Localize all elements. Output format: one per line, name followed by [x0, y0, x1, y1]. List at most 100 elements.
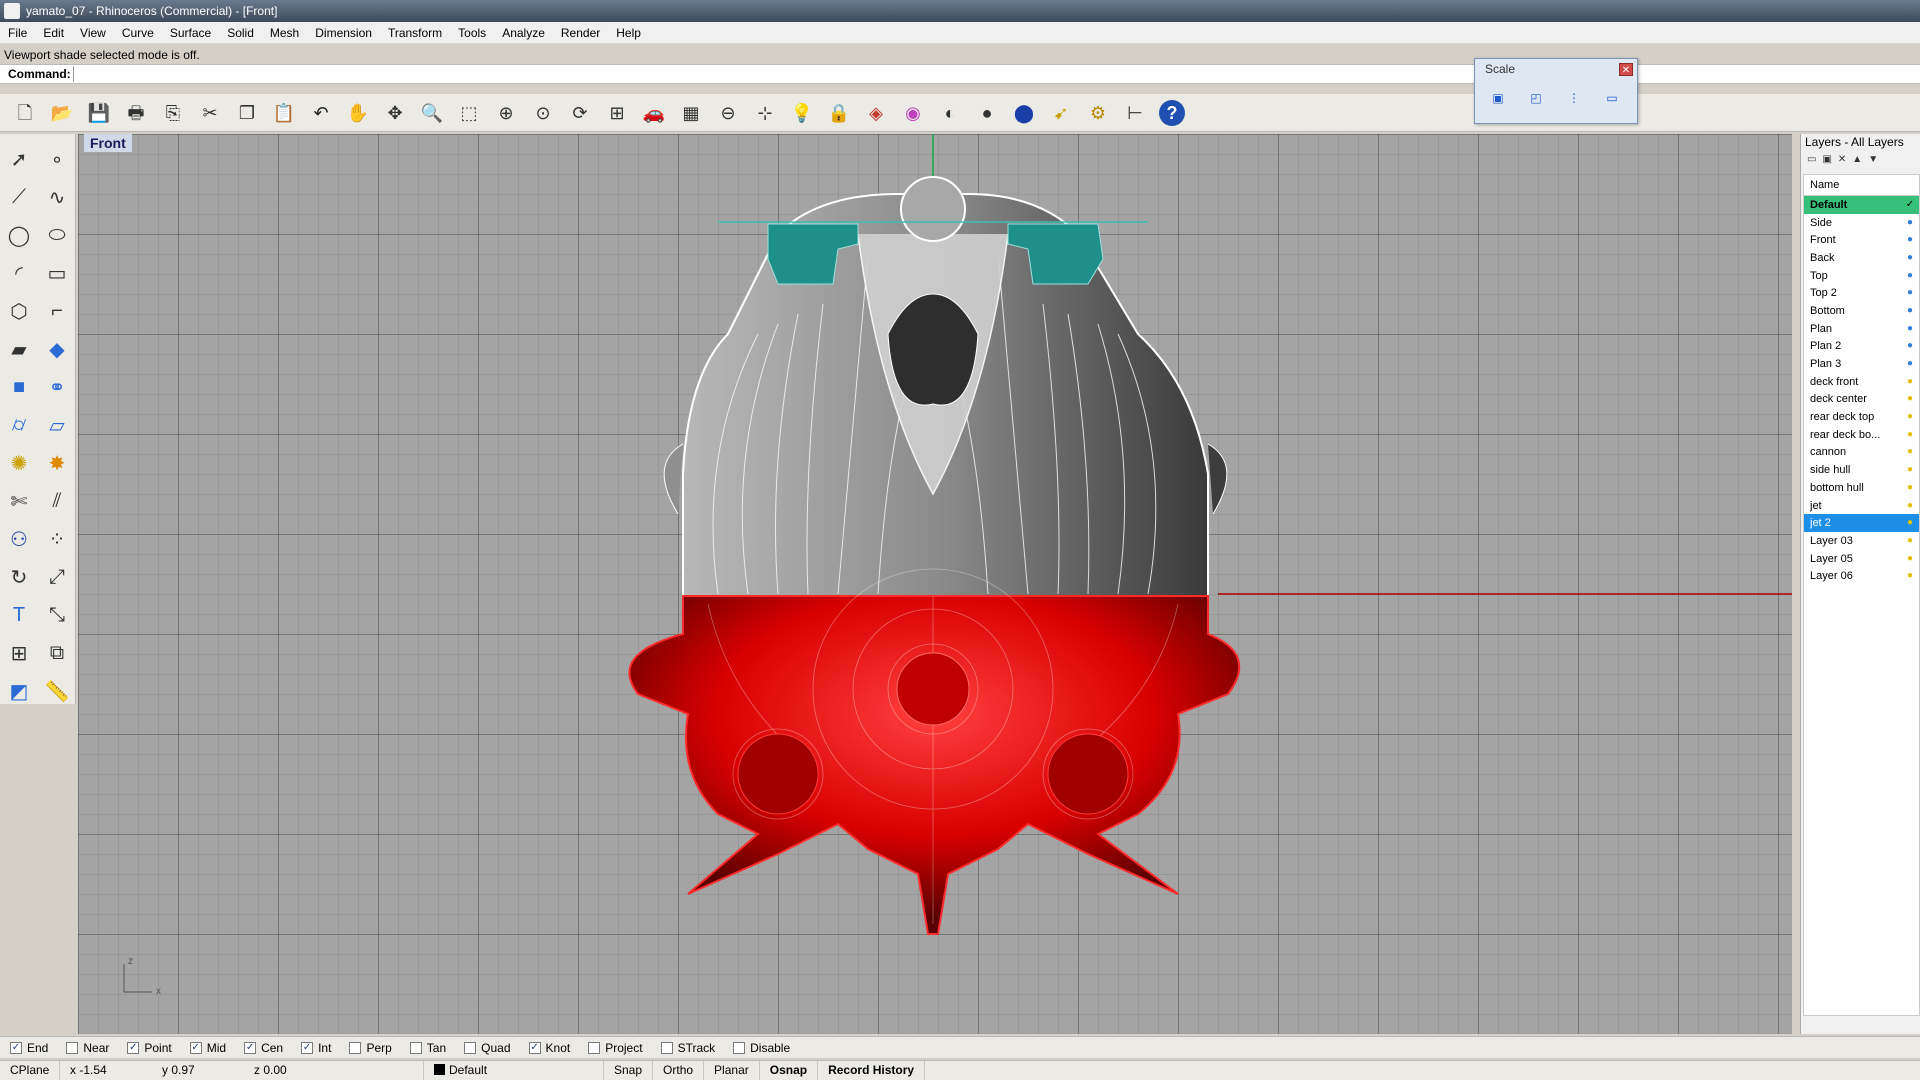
save-button[interactable]: 💾: [82, 96, 116, 130]
osnap-checkbox[interactable]: ✓: [528, 1041, 541, 1054]
layer-row[interactable]: Layer 03 ●: [1804, 532, 1919, 550]
osnap-perp[interactable]: Perp: [349, 1041, 392, 1055]
move-down-icon[interactable]: ▼: [1868, 154, 1878, 165]
osnap-disable[interactable]: Disable: [733, 1041, 790, 1055]
options-gear-button[interactable]: ⚙: [1081, 96, 1115, 130]
array-button[interactable]: ⊞: [0, 634, 38, 672]
undo-button[interactable]: ↶: [304, 96, 338, 130]
menu-mesh[interactable]: Mesh: [262, 26, 307, 40]
polygon-button[interactable]: ⬡: [0, 292, 38, 330]
light-bulb-icon[interactable]: ●: [1905, 358, 1915, 370]
osnap-checkbox[interactable]: ✓: [189, 1041, 202, 1054]
ruler-button[interactable]: 📏: [38, 672, 76, 710]
layers-column-name[interactable]: Name: [1803, 174, 1920, 196]
light-bulb-icon[interactable]: ●: [1905, 570, 1915, 582]
zoom-window-button[interactable]: ⬚: [452, 96, 486, 130]
status-planar[interactable]: Planar: [704, 1061, 760, 1080]
layer-row[interactable]: rear deck top ●: [1804, 408, 1919, 426]
menu-solid[interactable]: Solid: [219, 26, 262, 40]
box-solid-button[interactable]: ■: [0, 368, 38, 406]
osnap-checkbox[interactable]: ✓: [244, 1041, 257, 1054]
color-wheel-button[interactable]: ◉: [896, 96, 930, 130]
layer-row[interactable]: Front ●: [1804, 231, 1919, 249]
lock-button[interactable]: 🔒: [822, 96, 856, 130]
layer-row[interactable]: cannon ●: [1804, 444, 1919, 462]
osnap-checkbox[interactable]: ✓: [127, 1041, 140, 1054]
layer-row[interactable]: Layer 06 ●: [1804, 567, 1919, 585]
close-icon[interactable]: ✕: [1619, 63, 1633, 76]
scale-nu-button[interactable]: ▭: [1597, 83, 1627, 113]
osnap-checkbox[interactable]: [66, 1041, 79, 1054]
maximize-button[interactable]: [1840, 0, 1880, 22]
menu-file[interactable]: File: [0, 26, 35, 40]
open-file-button[interactable]: 📂: [45, 96, 79, 130]
osnap-int[interactable]: ✓ Int: [301, 1041, 331, 1055]
light-bulb-button[interactable]: 💡: [785, 96, 819, 130]
trim-button[interactable]: ✄: [0, 482, 38, 520]
zoom-button[interactable]: 🔍: [415, 96, 449, 130]
boolean-union-button[interactable]: ⚇: [0, 520, 38, 558]
move-up-icon[interactable]: ▲: [1852, 154, 1862, 165]
menu-tools[interactable]: Tools: [450, 26, 494, 40]
osnap-end[interactable]: ✓ End: [10, 1041, 48, 1055]
delete-layer-icon[interactable]: ✕: [1838, 154, 1846, 165]
dimension-button[interactable]: ⊢: [1118, 96, 1152, 130]
points-cloud-button[interactable]: ⁘: [38, 520, 76, 558]
layer-row[interactable]: Plan 2 ●: [1804, 338, 1919, 356]
cylinder-button[interactable]: ⌭: [0, 406, 38, 444]
menu-render[interactable]: Render: [553, 26, 608, 40]
layer-row[interactable]: Back ●: [1804, 249, 1919, 267]
osnap-point[interactable]: ✓ Point: [127, 1041, 172, 1055]
menu-curve[interactable]: Curve: [114, 26, 162, 40]
light-bulb-icon[interactable]: ●: [1905, 305, 1915, 317]
osnap-checkbox[interactable]: [409, 1041, 422, 1054]
osnap-tan[interactable]: Tan: [409, 1041, 446, 1055]
layer-row[interactable]: Default ✓: [1804, 196, 1919, 214]
menu-help[interactable]: Help: [608, 26, 649, 40]
menu-analyze[interactable]: Analyze: [494, 26, 553, 40]
blue-sphere-button[interactable]: ⬤: [1007, 96, 1041, 130]
layer-row[interactable]: jet 2 ●: [1804, 514, 1919, 533]
status-record-history[interactable]: Record History: [818, 1061, 926, 1080]
rotate-view-button[interactable]: ⟳: [563, 96, 597, 130]
osnap-near[interactable]: Near: [66, 1041, 109, 1055]
shaded-sphere-button[interactable]: ◐: [933, 96, 967, 130]
layer-row[interactable]: Plan 3 ●: [1804, 355, 1919, 373]
menu-transform[interactable]: Transform: [380, 26, 450, 40]
light-bulb-icon[interactable]: ●: [1905, 429, 1915, 441]
osnap-checkbox[interactable]: ✓: [301, 1041, 314, 1054]
osnap-button[interactable]: ⊹: [748, 96, 782, 130]
light-bulb-icon[interactable]: ●: [1905, 287, 1915, 299]
curve-button[interactable]: ∿: [38, 178, 76, 216]
osnap-checkbox[interactable]: [733, 1041, 746, 1054]
extrude-surface-button[interactable]: ◆: [38, 330, 76, 368]
copy-button[interactable]: ❐: [230, 96, 264, 130]
move-button[interactable]: ⤡: [38, 596, 76, 634]
layer-row[interactable]: deck center ●: [1804, 391, 1919, 409]
move-view-button[interactable]: ✥: [378, 96, 412, 130]
layer-row[interactable]: Top 2 ●: [1804, 284, 1919, 302]
cut-button[interactable]: ✂: [193, 96, 227, 130]
light-bulb-icon[interactable]: ●: [1905, 482, 1915, 494]
light-bulb-icon[interactable]: ●: [1905, 217, 1915, 229]
osnap-checkbox[interactable]: ✓: [10, 1041, 22, 1054]
zoom-selected-button[interactable]: ⊙: [526, 96, 560, 130]
osnap-cen[interactable]: ✓ Cen: [244, 1041, 283, 1055]
point-button[interactable]: ∘: [38, 140, 76, 178]
light-bulb-icon[interactable]: ●: [1905, 270, 1915, 282]
layer-button[interactable]: ◈: [859, 96, 893, 130]
render-box-button[interactable]: ◩: [0, 672, 38, 710]
pan-hand-button[interactable]: ✋: [341, 96, 375, 130]
arc-button[interactable]: ◜: [0, 254, 38, 292]
osnap-quad[interactable]: Quad: [464, 1041, 511, 1055]
rectangle-button[interactable]: ▭: [38, 254, 76, 292]
split-button[interactable]: ⫽: [38, 482, 76, 520]
front-viewport[interactable]: Front z x: [78, 134, 1792, 1034]
status-layer[interactable]: Default: [424, 1061, 604, 1080]
osnap-checkbox[interactable]: [349, 1041, 362, 1054]
light-bulb-icon[interactable]: ●: [1905, 234, 1915, 246]
grid-plane-button[interactable]: ▦: [674, 96, 708, 130]
select-button[interactable]: ➹: [1044, 96, 1078, 130]
scale-button[interactable]: ⤢: [38, 558, 76, 596]
layer-row[interactable]: deck front ●: [1804, 373, 1919, 391]
